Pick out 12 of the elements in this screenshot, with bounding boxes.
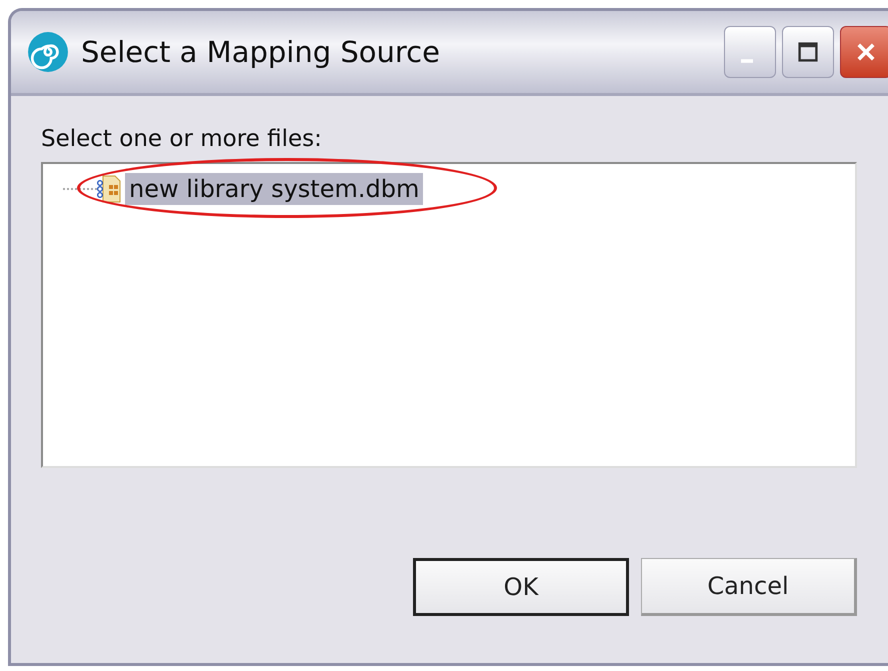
- prompt-label: Select one or more files:: [41, 126, 323, 152]
- database-file-icon: [97, 175, 121, 203]
- swirl-icon: [27, 31, 69, 73]
- dialog-button[interactable]: OK: [413, 558, 629, 616]
- minimize-icon: [741, 59, 753, 63]
- window-title: Select a Mapping Source: [81, 35, 440, 69]
- close-button[interactable]: [840, 26, 888, 78]
- minimize-button[interactable]: [724, 26, 776, 78]
- dialog-button[interactable]: Cancel: [641, 558, 857, 616]
- maximize-button[interactable]: [782, 26, 834, 78]
- maximize-icon: [796, 40, 820, 64]
- file-item[interactable]: new library system.dbm: [125, 173, 424, 205]
